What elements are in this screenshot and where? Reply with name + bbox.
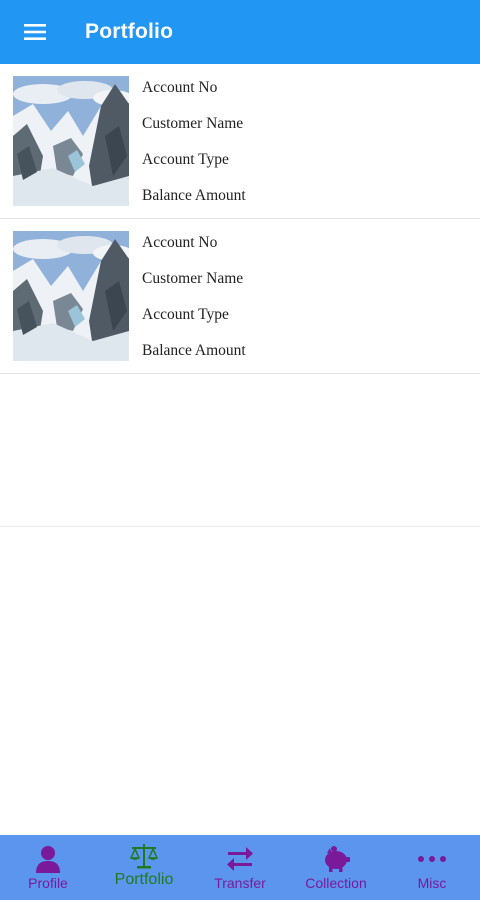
piggy-bank-icon	[325, 846, 350, 872]
account-no-label: Account No	[142, 79, 218, 96]
customer-name-label: Customer Name	[142, 270, 244, 287]
account-fields: Account No Customer Name Account Type Ba…	[142, 231, 246, 375]
mountain-image	[13, 231, 129, 361]
bottom-navigation: Profile Portfolio Transfer Collection Mi…	[0, 835, 480, 900]
page-title: Portfolio	[85, 20, 174, 43]
balance-amount-label: Balance Amount	[142, 187, 246, 204]
nav-item-collection[interactable]: Collection	[288, 835, 384, 900]
nav-label-collection: Collection	[305, 875, 367, 891]
app-bar: Portfolio	[0, 0, 480, 64]
mountain-thumbnail	[13, 76, 129, 206]
nav-label-portfolio: Portfolio	[114, 871, 174, 888]
customer-name-label: Customer Name	[142, 115, 244, 132]
nav-label-transfer: Transfer	[214, 875, 266, 891]
account-fields: Account No Customer Name Account Type Ba…	[142, 76, 246, 220]
menu-icon	[24, 24, 46, 40]
account-card[interactable]: Account No Customer Name Account Type Ba…	[0, 64, 480, 219]
more-dots-icon	[418, 856, 446, 862]
mountain-thumbnail	[13, 231, 129, 361]
account-card[interactable]: Account No Customer Name Account Type Ba…	[0, 219, 480, 374]
nav-item-misc[interactable]: Misc	[384, 835, 480, 900]
account-type-label: Account Type	[142, 151, 229, 168]
account-list: Account No Customer Name Account Type Ba…	[0, 64, 480, 374]
person-icon	[36, 846, 60, 873]
account-no-label: Account No	[142, 234, 218, 251]
menu-button[interactable]	[21, 18, 49, 46]
empty-list-row	[0, 373, 480, 527]
mountain-image	[13, 76, 129, 206]
nav-item-transfer[interactable]: Transfer	[192, 835, 288, 900]
nav-item-profile[interactable]: Profile	[0, 835, 96, 900]
balance-amount-label: Balance Amount	[142, 342, 246, 359]
nav-label-profile: Profile	[28, 875, 68, 891]
nav-label-misc: Misc	[417, 875, 447, 891]
transfer-arrows-icon	[227, 847, 253, 871]
balance-scale-icon	[129, 844, 159, 869]
account-type-label: Account Type	[142, 306, 229, 323]
nav-item-portfolio[interactable]: Portfolio	[96, 835, 192, 900]
